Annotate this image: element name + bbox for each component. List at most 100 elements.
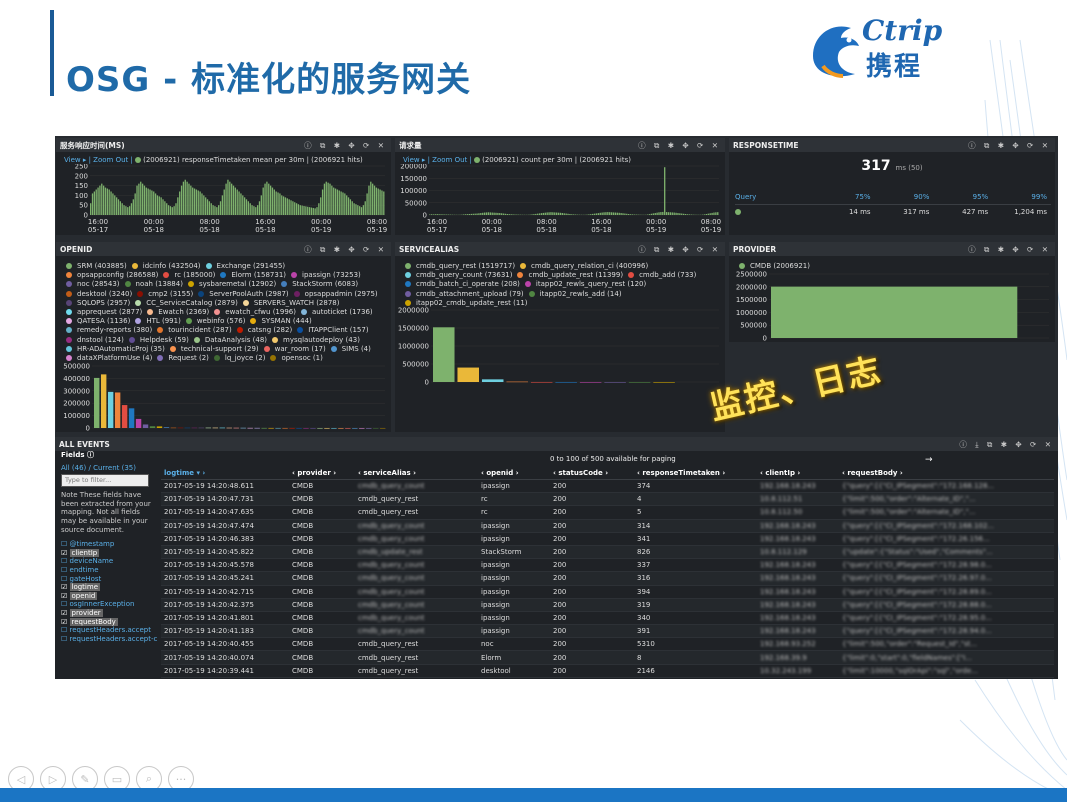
legend-item[interactable]: ipassign (73253) — [291, 271, 361, 280]
panel-tools-icon[interactable]: ⓘ ⧉ ✱ ✥ ⟳ ✕ — [638, 140, 721, 151]
legend-item[interactable]: DataAnalysis (48) — [193, 336, 267, 345]
field-item[interactable]: ☐ deviceName — [61, 557, 157, 566]
table-row[interactable]: 2017-05-19 14:20:42.375 CMDB cmdb_query_co… — [161, 598, 1054, 612]
legend-item[interactable]: SYSMAN (444) — [250, 317, 312, 326]
legend-item[interactable]: HTL (991) — [135, 317, 181, 326]
col-75[interactable]: 75% — [816, 193, 875, 201]
legend-item[interactable]: Helpdesk (59) — [128, 336, 189, 345]
legend-item[interactable]: SRM (403885) — [66, 262, 127, 271]
legend-item[interactable]: cmp2 (3155) — [137, 290, 193, 299]
checked-checkbox-icon[interactable]: ☑ — [61, 583, 70, 591]
field-item[interactable]: ☐ @timestamp — [61, 540, 157, 549]
legend-item[interactable]: ServerPoolAuth (2987) — [198, 290, 289, 299]
table-row[interactable]: 2017-05-19 14:20:46.383 CMDB cmdb_query_co… — [161, 533, 1054, 546]
legend-item[interactable]: StackStorm (6083) — [281, 280, 358, 289]
legend-item[interactable]: dnstool (124) — [66, 336, 124, 345]
legend-item[interactable]: Exchange (291455) — [205, 262, 285, 271]
table-row[interactable]: 2017-05-19 14:20:48.611 CMDB cmdb_query_co… — [161, 480, 1054, 494]
field-item[interactable]: ☑ provider — [61, 608, 157, 618]
column-header[interactable]: ‹ statusCode › — [550, 469, 634, 477]
checked-checkbox-icon[interactable]: ☑ — [61, 592, 70, 600]
legend-item[interactable]: cmdb_add (733) — [628, 271, 696, 280]
panel-tools-icon[interactable]: ⓘ ⧉ ✱ ✥ ⟳ ✕ — [968, 244, 1051, 255]
checked-checkbox-icon[interactable]: ☑ — [61, 618, 70, 626]
field-filter-input[interactable]: Type to filter... — [61, 474, 149, 488]
zoom-out-link[interactable]: Zoom Out | — [93, 156, 133, 164]
legend-item[interactable]: catsng (282) — [236, 326, 292, 335]
legend-item[interactable]: opsappadmin (2975) — [293, 290, 378, 299]
legend-item[interactable]: idcinfo (432504) — [131, 262, 201, 271]
checkbox-icon[interactable]: ☐ — [61, 626, 70, 634]
panel-tools-icon[interactable]: ⓘ ⧉ ✱ ✥ ⟳ ✕ — [304, 244, 387, 255]
legend-item[interactable]: itapp02_rewls_query_rest (120) — [524, 280, 646, 289]
checkbox-icon[interactable]: ☐ — [61, 557, 70, 565]
panel-tools-icon[interactable]: ⓘ ⤓ ⧉ ✱ ✥ ⟳ ✕ — [959, 439, 1054, 450]
legend-item[interactable]: desktool (3240) — [66, 290, 132, 299]
column-header[interactable]: ‹ openid › — [478, 469, 550, 477]
legend-item[interactable]: noah (13884) — [124, 280, 183, 289]
panel-tools-icon[interactable]: ⓘ ⧉ ✱ ✥ ⟳ ✕ — [968, 140, 1051, 151]
legend-item[interactable]: ITAPPClient (157) — [297, 326, 369, 335]
col-query[interactable]: Query — [735, 193, 816, 201]
legend-item[interactable]: war_room (17) — [263, 345, 326, 354]
field-item[interactable]: ☑ logtime — [61, 583, 157, 592]
checkbox-icon[interactable]: ☐ — [61, 635, 70, 643]
legend-item[interactable]: cmdb_query_rest (1519717) — [405, 262, 515, 271]
table-row[interactable]: 2017-05-19 14:20:45.578 CMDB cmdb_query_co… — [161, 559, 1054, 573]
field-item[interactable]: ☐ gateHost — [61, 575, 157, 584]
col-99[interactable]: 99% — [992, 193, 1051, 201]
legend-item[interactable]: noc (28543) — [66, 280, 120, 289]
field-item[interactable]: ☑ requestBody — [61, 617, 157, 627]
next-page-arrow-icon[interactable]: → — [925, 455, 933, 465]
legend-item[interactable]: SIMS (4) — [330, 345, 371, 354]
legend-item[interactable]: HR-ADAutomaticProj (35) — [66, 345, 165, 354]
fields-all-current[interactable]: All (46) / Current (35) — [61, 464, 157, 473]
legend-item[interactable]: Elorm (158731) — [220, 271, 286, 280]
table-row[interactable]: 2017-05-19 14:20:45.822 CMDB cmdb_update_r… — [161, 545, 1054, 560]
table-row[interactable]: 2017-05-19 14:20:47.635 CMDB cmdb_query_re… — [161, 506, 1054, 520]
view-link[interactable]: View ▸ | — [64, 156, 91, 164]
checkbox-icon[interactable]: ☐ — [61, 566, 70, 574]
legend-item[interactable]: technical-support (29) — [169, 345, 259, 354]
legend-item[interactable]: cmdb_update_rest (11399) — [517, 271, 623, 280]
checked-checkbox-icon[interactable]: ☑ — [61, 549, 70, 557]
checkbox-icon[interactable]: ☐ — [61, 575, 70, 583]
legend-item[interactable]: cmdb_attachment_upload (79) — [405, 290, 524, 299]
table-row[interactable]: 2017-05-19 14:20:40.074 CMDB cmdb_query_re… — [161, 651, 1054, 665]
legend-item[interactable]: ewatch_cfwu (1996) — [214, 308, 296, 317]
field-item[interactable]: ☐ requestHeaders.accept — [61, 626, 157, 635]
table-row[interactable]: 2017-05-19 14:20:41.183 CMDB cmdb_query_co… — [161, 625, 1054, 639]
legend-item[interactable]: sysbaremetal (12902) — [187, 280, 276, 289]
column-header[interactable]: ‹ provider › — [289, 469, 355, 477]
column-header[interactable]: logtime ▾ › — [161, 469, 289, 477]
table-row[interactable]: 2017-05-19 14:20:45.241 CMDB cmdb_query_co… — [161, 572, 1054, 586]
field-item[interactable]: ☐ osgInnerException — [61, 600, 157, 609]
table-row[interactable]: 2017-05-19 14:20:42.715 CMDB cmdb_query_co… — [161, 586, 1054, 599]
zoom-out-link[interactable]: Zoom Out | — [432, 156, 472, 164]
table-row[interactable]: 2017-05-19 14:20:47.731 CMDB cmdb_query_re… — [161, 493, 1054, 507]
field-item[interactable]: ☑ clientIp — [61, 548, 157, 558]
table-row[interactable]: 2017-05-19 14:20:39.441 CMDB cmdb_query_re… — [161, 665, 1054, 678]
legend-item[interactable]: SQLOPS (2957) — [66, 299, 130, 308]
legend-item[interactable]: rc (185000) — [163, 271, 215, 280]
col-90[interactable]: 90% — [875, 193, 934, 201]
table-row[interactable]: 2017-05-19 14:20:40.455 CMDB cmdb_query_re… — [161, 638, 1054, 652]
legend-item[interactable]: cmdb_batch_ci_operate (208) — [405, 280, 520, 289]
column-header[interactable]: ‹ serviceAlias › — [355, 469, 478, 477]
checkbox-icon[interactable]: ☐ — [61, 600, 70, 608]
legend-item[interactable]: remedy-reports (380) — [66, 326, 152, 335]
legend-item[interactable]: QATESA (1136) — [66, 317, 130, 326]
panel-tools-icon[interactable]: ⓘ ⧉ ✱ ✥ ⟳ ✕ — [638, 244, 721, 255]
field-item[interactable]: ☑ openid — [61, 591, 157, 601]
col-95[interactable]: 95% — [933, 193, 992, 201]
column-header[interactable]: ‹ requestBody › — [839, 469, 1054, 477]
column-header[interactable]: ‹ clientIp › — [757, 469, 839, 477]
legend-item[interactable]: cmdb_query_count (73631) — [405, 271, 512, 280]
legend-item[interactable]: Ewatch (2369) — [147, 308, 209, 317]
legend-item[interactable]: webinfo (576) — [185, 317, 245, 326]
legend-item[interactable]: apprequest (2877) — [66, 308, 142, 317]
legend-item[interactable]: itapp02_rewls_add (14) — [528, 290, 622, 299]
field-item[interactable]: ☐ requestHeaders.accept-charset — [61, 635, 157, 644]
legend-item[interactable]: mysqlautodeploy (43) — [272, 336, 360, 345]
legend-item[interactable]: opsappconfig (286588) — [66, 271, 158, 280]
